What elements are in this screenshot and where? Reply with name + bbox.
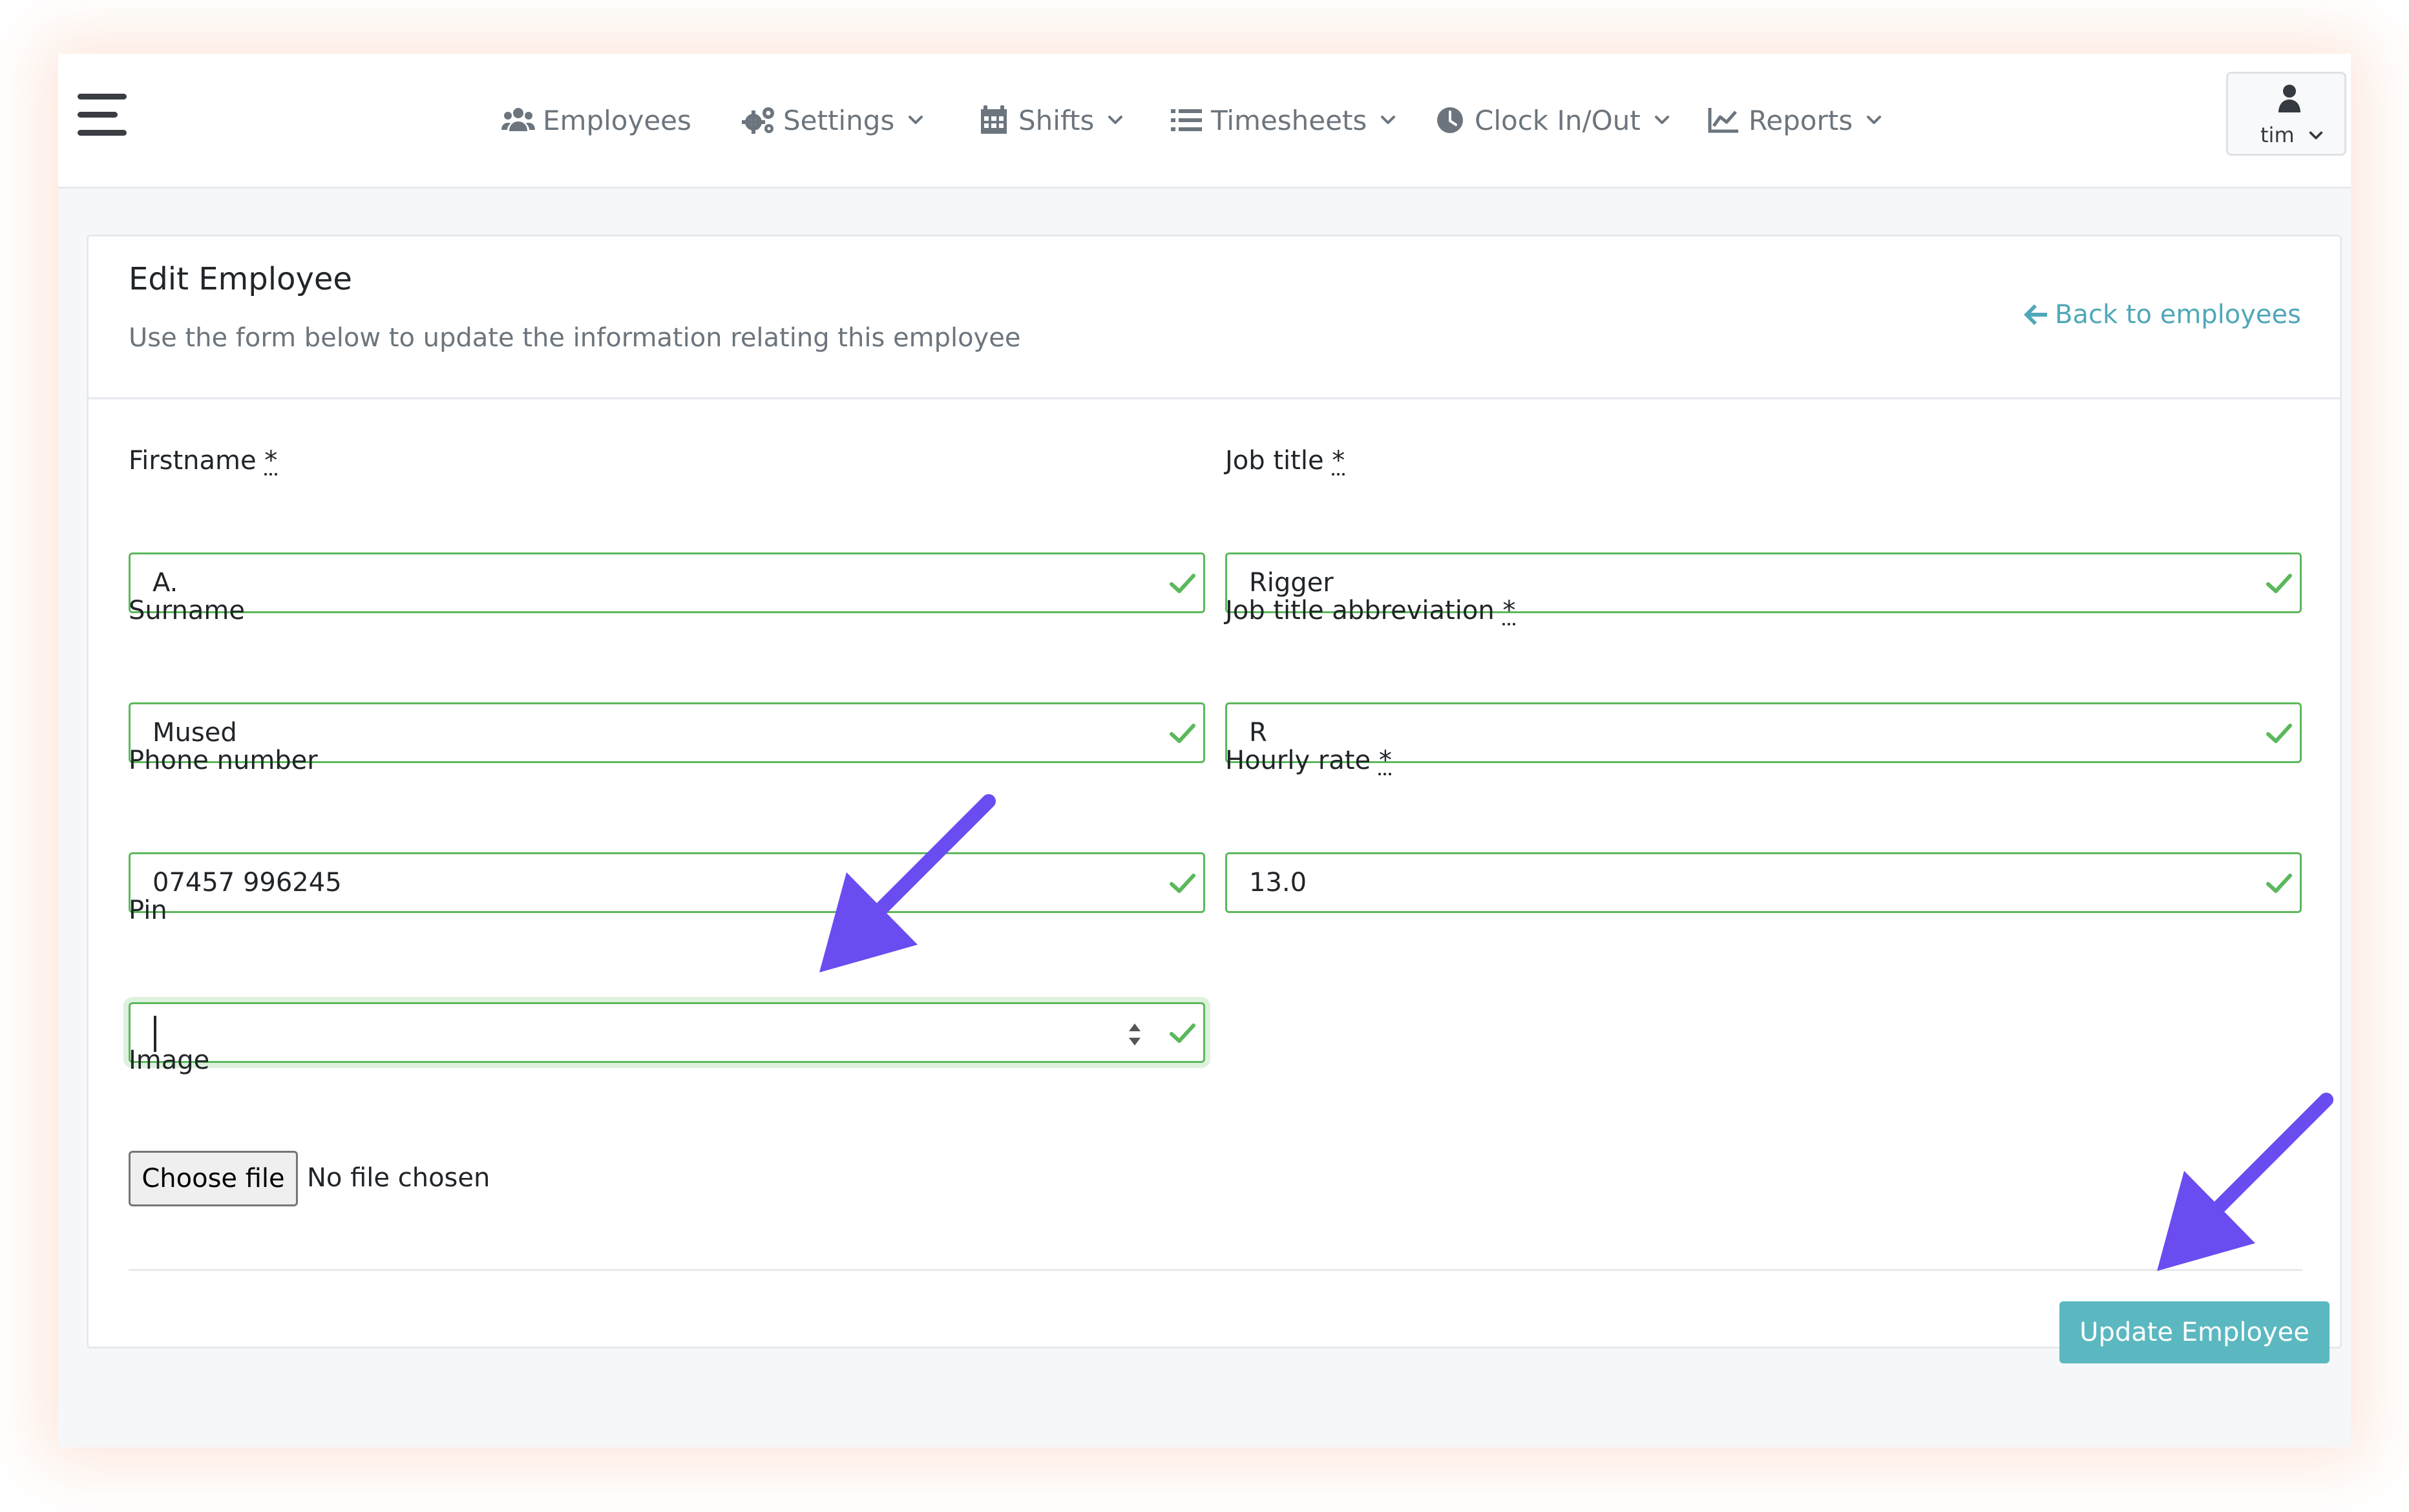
user-icon bbox=[2278, 85, 2300, 112]
job-title-abbreviation-label: Job title abbreviation * bbox=[1225, 596, 1516, 625]
check-icon bbox=[1170, 724, 1195, 743]
hamburger-menu-icon[interactable] bbox=[78, 94, 127, 136]
required-marker: * bbox=[1502, 596, 1516, 625]
user-menu-button[interactable]: tim bbox=[2226, 72, 2346, 156]
back-link-label: Back to employees bbox=[2055, 300, 2301, 330]
nav-shifts-label: Shifts bbox=[1018, 104, 1095, 136]
nav-employees-label: Employees bbox=[543, 104, 691, 136]
chevron-down-icon bbox=[1108, 116, 1123, 124]
firstname-label: Firstname * bbox=[129, 446, 278, 476]
required-marker: * bbox=[1378, 746, 1392, 775]
user-name: tim bbox=[2260, 123, 2295, 147]
nav-timesheets[interactable]: Timesheets bbox=[1170, 54, 1396, 187]
nav-reports-label: Reports bbox=[1749, 104, 1853, 136]
choose-file-button[interactable]: Choose file bbox=[129, 1151, 298, 1206]
nav-settings-label: Settings bbox=[783, 104, 895, 136]
phone-number-label: Phone number bbox=[129, 746, 318, 775]
pin-field[interactable] bbox=[129, 1002, 1205, 1063]
check-icon bbox=[1170, 1024, 1195, 1043]
chevron-down-icon bbox=[1381, 116, 1396, 124]
top-navbar: Employees Settings Shifts Timesheets Clo… bbox=[58, 54, 2351, 189]
hourly-rate-field[interactable] bbox=[1225, 852, 2302, 913]
required-marker: * bbox=[1332, 446, 1345, 476]
image-label: Image bbox=[129, 1045, 210, 1075]
list-icon bbox=[1171, 109, 1202, 131]
hourly-rate-input[interactable] bbox=[1227, 854, 2257, 911]
surname-label: Surname bbox=[129, 596, 245, 625]
page-subtitle: Use the form below to update the informa… bbox=[129, 323, 1021, 353]
clock-icon bbox=[1437, 107, 1463, 133]
number-spinner-icon[interactable] bbox=[1124, 1018, 1145, 1051]
app-window: Employees Settings Shifts Timesheets Clo… bbox=[58, 54, 2351, 1447]
edit-employee-card: Edit Employee Use the form below to upda… bbox=[87, 235, 2342, 1363]
nav-timesheets-label: Timesheets bbox=[1211, 104, 1367, 136]
chevron-down-icon bbox=[2309, 131, 2323, 140]
nav-settings[interactable]: Settings bbox=[742, 54, 924, 187]
firstname-input[interactable] bbox=[131, 554, 1161, 611]
update-employee-button[interactable]: Update Employee bbox=[2059, 1301, 2330, 1363]
hourly-rate-label: Hourly rate * bbox=[1225, 746, 1392, 775]
page-title: Edit Employee bbox=[129, 261, 352, 297]
card-header: Edit Employee Use the form below to upda… bbox=[89, 236, 2340, 399]
check-icon bbox=[2266, 574, 2292, 593]
nav-clock-in-out[interactable]: Clock In/Out bbox=[1433, 54, 1670, 187]
back-to-employees-link[interactable]: Back to employees bbox=[2023, 300, 2301, 330]
firstname-field[interactable] bbox=[129, 552, 1205, 613]
nav-employees[interactable]: Employees bbox=[501, 54, 691, 187]
phone-number-input[interactable] bbox=[131, 854, 1161, 911]
check-icon bbox=[2266, 874, 2292, 893]
phone-number-field[interactable] bbox=[129, 852, 1205, 913]
job-title-label: Job title * bbox=[1225, 446, 1345, 476]
chevron-down-icon bbox=[1654, 116, 1669, 124]
form-divider bbox=[129, 1269, 2302, 1271]
gears-icon bbox=[742, 107, 774, 134]
check-icon bbox=[1170, 574, 1195, 593]
file-status-text: No file chosen bbox=[307, 1163, 490, 1193]
nav-reports[interactable]: Reports bbox=[1707, 54, 1882, 187]
nav-clock-in-out-label: Clock In/Out bbox=[1475, 104, 1641, 136]
chevron-down-icon bbox=[1867, 116, 1882, 124]
chevron-down-icon bbox=[909, 116, 923, 124]
pin-label: Pin bbox=[129, 896, 167, 925]
pin-input[interactable] bbox=[131, 1004, 1161, 1061]
line-chart-icon bbox=[1708, 108, 1738, 133]
check-icon bbox=[1170, 874, 1195, 893]
users-icon bbox=[501, 108, 535, 131]
check-icon bbox=[2266, 724, 2292, 743]
required-marker: * bbox=[264, 446, 278, 476]
arrow-left-icon bbox=[2024, 304, 2048, 325]
calendar-icon bbox=[981, 105, 1007, 134]
nav-shifts[interactable]: Shifts bbox=[977, 54, 1124, 187]
